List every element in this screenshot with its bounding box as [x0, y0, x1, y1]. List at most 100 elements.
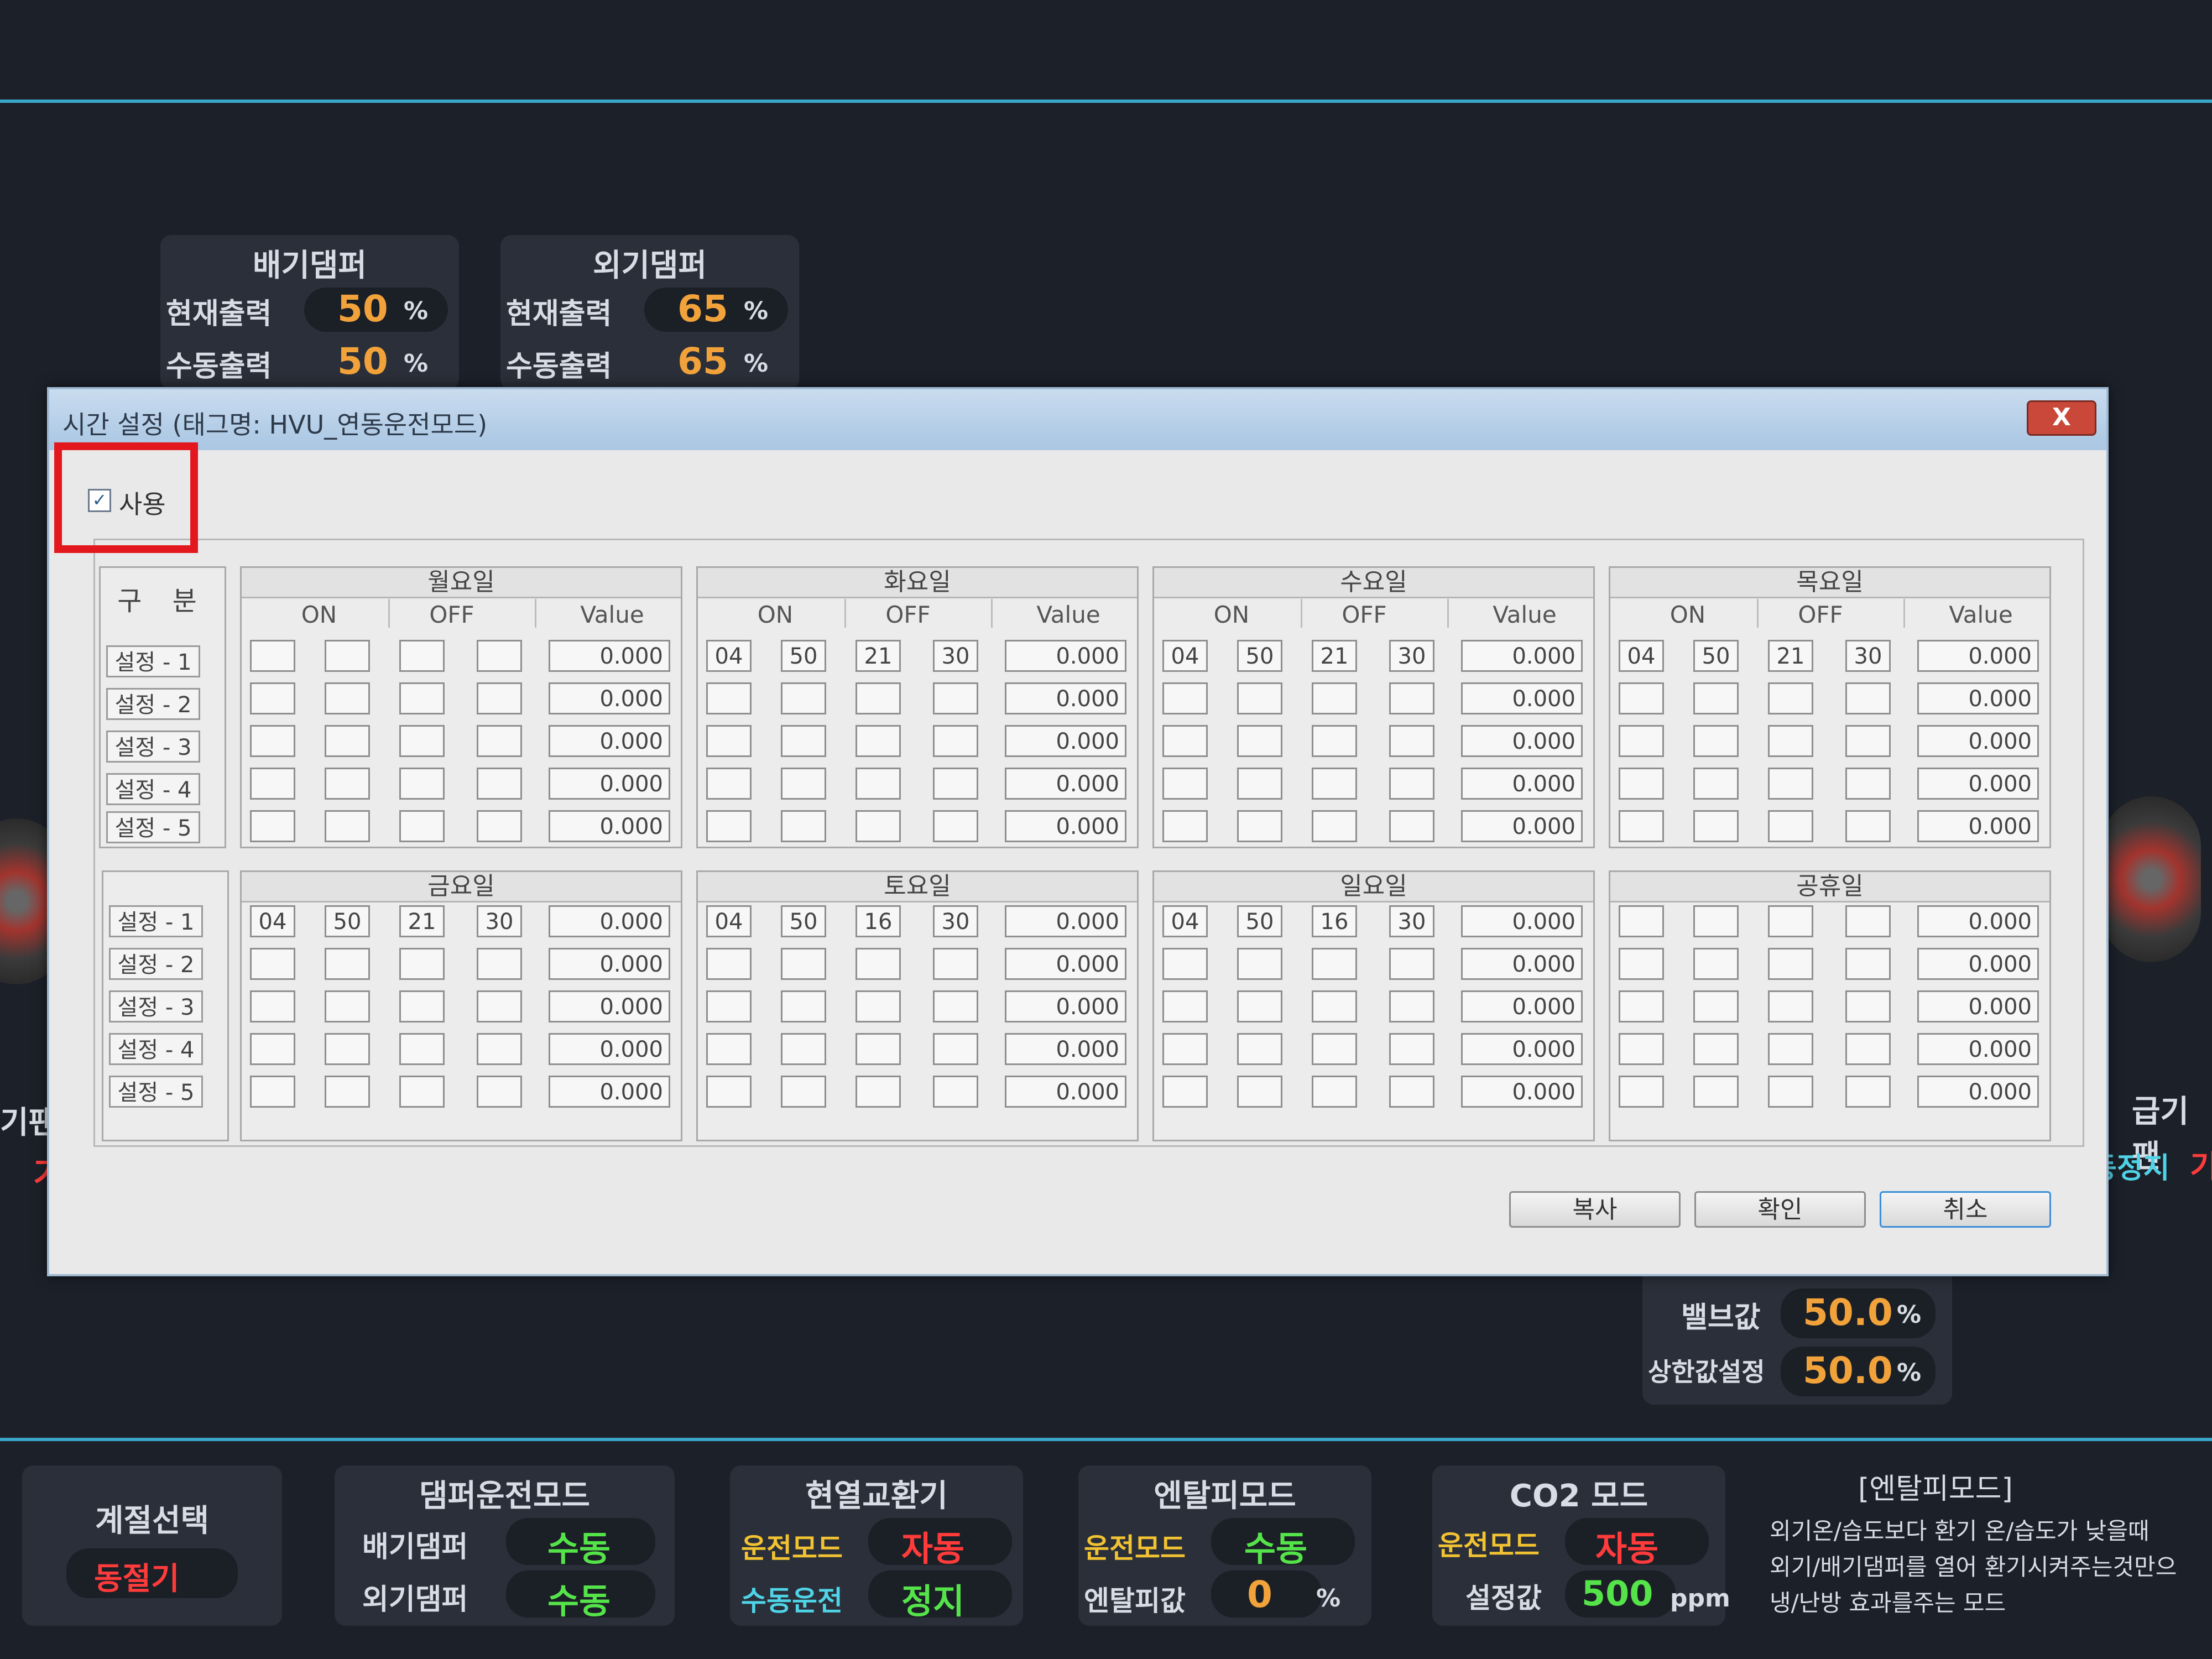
on-time-field[interactable]: 50 — [1693, 640, 1739, 672]
off-time-field[interactable] — [1768, 1076, 1813, 1108]
off-time-field[interactable] — [477, 725, 522, 757]
on-time-field[interactable] — [325, 682, 370, 714]
on-time-field[interactable] — [1693, 1033, 1739, 1065]
off-time-field[interactable] — [1389, 768, 1434, 800]
off-time-field[interactable] — [933, 682, 978, 714]
off-time-field[interactable]: 30 — [933, 640, 978, 672]
on-time-field[interactable] — [250, 768, 295, 800]
off-time-field[interactable] — [1768, 768, 1813, 800]
off-time-field[interactable] — [933, 990, 978, 1022]
on-time-field[interactable] — [781, 948, 826, 980]
value-field[interactable]: 0.000 — [1005, 768, 1126, 800]
value-field[interactable]: 0.000 — [549, 948, 670, 980]
off-time-field[interactable] — [855, 1076, 901, 1108]
off-time-field[interactable]: 30 — [1845, 640, 1891, 672]
off-time-field[interactable] — [933, 725, 978, 757]
off-time-field[interactable] — [1768, 990, 1813, 1022]
on-time-field[interactable] — [250, 682, 295, 714]
value-field[interactable]: 0.000 — [1917, 990, 2039, 1022]
value-field[interactable]: 0.000 — [1005, 1076, 1126, 1108]
off-time-field[interactable] — [1389, 682, 1434, 714]
off-time-field[interactable] — [1845, 905, 1891, 937]
value-field[interactable]: 0.000 — [1917, 768, 2039, 800]
on-time-field[interactable] — [1619, 1076, 1664, 1108]
off-time-field[interactable]: 16 — [1312, 905, 1357, 937]
on-time-field[interactable] — [1162, 948, 1208, 980]
off-time-field[interactable] — [1845, 1033, 1891, 1065]
value-field[interactable]: 0.000 — [549, 990, 670, 1022]
on-time-field[interactable] — [706, 682, 752, 714]
off-time-field[interactable] — [1845, 810, 1891, 842]
ok-button[interactable]: 확인 — [1694, 1191, 1866, 1228]
value-field[interactable]: 0.000 — [1461, 990, 1583, 1022]
value-field[interactable]: 0.000 — [1461, 768, 1583, 800]
off-time-field[interactable] — [1312, 1076, 1357, 1108]
off-time-field[interactable] — [477, 1076, 522, 1108]
on-time-field[interactable] — [781, 990, 826, 1022]
off-time-field[interactable] — [1312, 1033, 1357, 1065]
on-time-field[interactable]: 50 — [1237, 905, 1282, 937]
on-time-field[interactable] — [1162, 990, 1208, 1022]
off-time-field[interactable] — [1768, 1033, 1813, 1065]
off-time-field[interactable]: 21 — [855, 640, 901, 672]
on-time-field[interactable]: 50 — [325, 905, 370, 937]
value-field[interactable]: 0.000 — [1461, 725, 1583, 757]
value-field[interactable]: 0.000 — [549, 682, 670, 714]
on-time-field[interactable] — [325, 640, 370, 672]
off-time-field[interactable] — [1312, 725, 1357, 757]
on-time-field[interactable] — [1619, 682, 1664, 714]
off-time-field[interactable] — [1312, 810, 1357, 842]
on-time-field[interactable]: 04 — [1162, 905, 1208, 937]
value-field[interactable]: 0.000 — [1917, 640, 2039, 672]
on-time-field[interactable] — [781, 768, 826, 800]
on-time-field[interactable] — [250, 810, 295, 842]
off-time-field[interactable]: 16 — [855, 905, 901, 937]
on-time-field[interactable] — [706, 1076, 752, 1108]
off-time-field[interactable] — [933, 948, 978, 980]
on-time-field[interactable] — [706, 810, 752, 842]
off-time-field[interactable] — [1845, 1076, 1891, 1108]
off-time-field[interactable] — [855, 1033, 901, 1065]
on-time-field[interactable] — [1693, 725, 1739, 757]
off-time-field[interactable] — [399, 810, 445, 842]
off-time-field[interactable] — [1312, 682, 1357, 714]
off-time-field[interactable] — [855, 948, 901, 980]
on-time-field[interactable] — [1693, 682, 1739, 714]
on-time-field[interactable] — [1237, 810, 1282, 842]
on-time-field[interactable] — [781, 1033, 826, 1065]
on-time-field[interactable] — [325, 725, 370, 757]
off-time-field[interactable] — [1845, 948, 1891, 980]
off-time-field[interactable] — [399, 1033, 445, 1065]
off-time-field[interactable] — [477, 640, 522, 672]
on-time-field[interactable] — [1237, 725, 1282, 757]
off-time-field[interactable] — [933, 810, 978, 842]
value-field[interactable]: 0.000 — [1461, 1076, 1583, 1108]
on-time-field[interactable] — [250, 990, 295, 1022]
value-field[interactable]: 0.000 — [1917, 810, 2039, 842]
on-time-field[interactable] — [1237, 768, 1282, 800]
off-time-field[interactable]: 30 — [1389, 905, 1434, 937]
copy-button[interactable]: 복사 — [1509, 1191, 1681, 1228]
on-time-field[interactable] — [250, 1076, 295, 1108]
value-field[interactable]: 0.000 — [549, 1033, 670, 1065]
value-field[interactable]: 0.000 — [549, 640, 670, 672]
on-time-field[interactable]: 04 — [250, 905, 295, 937]
off-time-field[interactable] — [933, 1033, 978, 1065]
on-time-field[interactable] — [706, 1033, 752, 1065]
value-field[interactable]: 0.000 — [549, 1076, 670, 1108]
value-field[interactable]: 0.000 — [549, 905, 670, 937]
off-time-field[interactable] — [399, 768, 445, 800]
on-time-field[interactable]: 04 — [1619, 640, 1664, 672]
off-time-field[interactable] — [399, 948, 445, 980]
on-time-field[interactable] — [1619, 990, 1664, 1022]
value-field[interactable]: 0.000 — [1917, 1033, 2039, 1065]
off-time-field[interactable]: 30 — [477, 905, 522, 937]
off-time-field[interactable] — [477, 810, 522, 842]
off-time-field[interactable] — [1768, 682, 1813, 714]
on-time-field[interactable]: 04 — [1162, 640, 1208, 672]
off-time-field[interactable] — [1389, 1033, 1434, 1065]
off-time-field[interactable] — [855, 990, 901, 1022]
value-field[interactable]: 0.000 — [1917, 905, 2039, 937]
off-time-field[interactable] — [477, 990, 522, 1022]
value-field[interactable]: 0.000 — [1461, 1033, 1583, 1065]
